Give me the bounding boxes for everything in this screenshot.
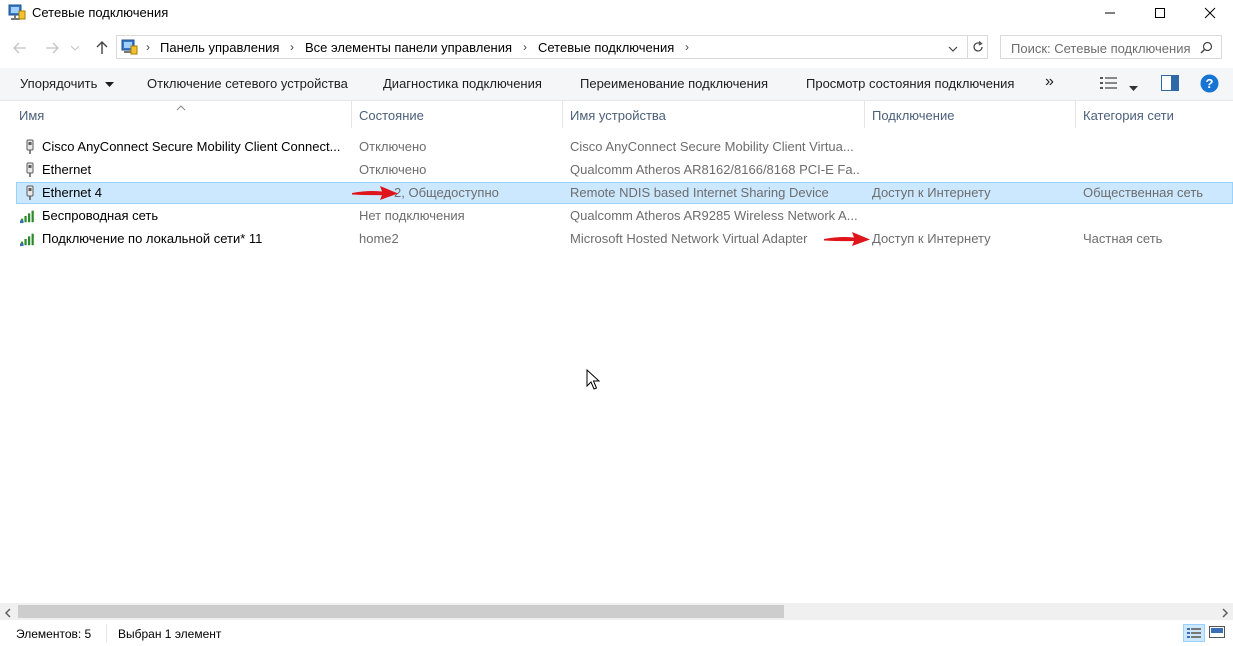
connection-state: 2, Общедоступно [394, 185, 499, 200]
disable-device-button[interactable]: Отключение сетевого устройства [147, 76, 348, 91]
column-header-connectivity[interactable]: Подключение [872, 108, 954, 123]
search-input[interactable] [1009, 37, 1203, 59]
breadcrumb-network-connections[interactable]: Сетевые подключения [538, 40, 674, 55]
connection-name: Подключение по локальной сети* 11 [42, 231, 263, 246]
up-arrow-icon [96, 41, 108, 54]
network-category: Частная сеть [1083, 231, 1163, 246]
refresh-button[interactable] [968, 35, 988, 59]
recent-locations-button[interactable] [68, 38, 82, 58]
more-commands-button[interactable]: » [1045, 73, 1054, 91]
change-view-button[interactable] [1100, 76, 1118, 93]
organize-label: Упорядочить [20, 76, 98, 91]
title-bar[interactable] [0, 0, 1233, 26]
device-name: Qualcomm Atheros AR8162/8166/8168 PCI-E … [570, 162, 860, 177]
organize-button[interactable]: Упорядочить [20, 76, 114, 91]
device-name: Qualcomm Atheros AR9285 Wireless Network… [570, 208, 858, 223]
preview-pane-icon [1161, 75, 1179, 91]
search-icon [1200, 41, 1213, 54]
preview-pane-button[interactable] [1161, 75, 1179, 94]
chevron-right-icon [1222, 608, 1229, 618]
chevron-up-icon [176, 105, 186, 111]
item-count: Элементов: 5 [16, 627, 92, 641]
close-icon [1204, 7, 1216, 19]
view-options-dropdown[interactable] [1129, 80, 1138, 95]
window-title: Сетевые подключения [32, 5, 169, 20]
up-button[interactable] [92, 38, 112, 58]
wifi-signal-icon [20, 233, 34, 247]
column-header-state[interactable]: Состояние [359, 108, 424, 123]
minimize-button[interactable] [1087, 0, 1133, 26]
forward-arrow-icon [46, 42, 59, 54]
column-header-name[interactable]: Имя [19, 108, 44, 123]
ethernet-adapter-icon [26, 185, 34, 200]
sort-ascending-indicator [176, 99, 186, 114]
dropdown-arrow-icon [1129, 86, 1138, 91]
column-divider[interactable] [351, 100, 352, 128]
breadcrumb-separator: › [685, 40, 689, 54]
red-arrow-annotation-icon [824, 232, 870, 246]
chevron-left-icon [4, 608, 11, 618]
connection-state: Отключено [359, 139, 427, 154]
refresh-icon [972, 41, 983, 52]
connection-state: Отключено [359, 162, 427, 177]
minimize-icon [1105, 12, 1115, 14]
mouse-cursor-icon [586, 369, 600, 390]
help-icon: ? [1200, 74, 1219, 93]
large-icons-view-icon [1209, 626, 1225, 638]
connectivity: Доступ к Интернету [872, 185, 991, 200]
column-header-device[interactable]: Имя устройства [570, 108, 666, 123]
column-divider[interactable] [562, 100, 563, 128]
maximize-icon [1155, 8, 1165, 18]
dropdown-arrow-icon [104, 81, 114, 87]
column-divider[interactable] [1075, 100, 1076, 128]
connection-name: Беспроводная сеть [42, 208, 159, 223]
breadcrumb-separator: › [290, 40, 294, 54]
address-dropdown-button[interactable] [948, 41, 958, 56]
connection-name: Ethernet [42, 162, 92, 177]
breadcrumb-separator: › [523, 40, 527, 54]
connection-name: Ethernet 4 [42, 185, 102, 200]
device-name: Microsoft Hosted Network Virtual Adapter [570, 231, 808, 246]
connection-name: Cisco AnyConnect Secure Mobility Client … [42, 139, 341, 154]
connection-state: Нет подключения [359, 208, 465, 223]
network-category: Общественная сеть [1083, 185, 1204, 200]
breadcrumb-separator: › [146, 40, 150, 54]
ethernet-adapter-icon [26, 162, 34, 177]
connection-state: home2 [359, 231, 399, 246]
wifi-signal-icon [20, 210, 34, 224]
details-view-toggle[interactable] [1183, 624, 1205, 642]
column-divider[interactable] [864, 100, 865, 128]
control-panel-icon [121, 39, 138, 55]
status-divider [106, 624, 107, 642]
red-arrow-annotation-icon [352, 186, 398, 200]
svg-text:?: ? [1206, 76, 1214, 91]
device-name: Cisco AnyConnect Secure Mobility Client … [570, 139, 854, 154]
breadcrumb-control-panel[interactable]: Панель управления [160, 40, 279, 55]
maximize-button[interactable] [1137, 0, 1183, 26]
ethernet-adapter-icon [26, 139, 34, 154]
chevron-down-icon [948, 46, 958, 52]
help-button[interactable]: ? [1200, 74, 1219, 96]
search-box[interactable] [1000, 35, 1222, 59]
connectivity: Доступ к Интернету [872, 231, 991, 246]
rename-connection-button[interactable]: Переименование подключения [580, 76, 768, 91]
chevron-down-icon [71, 45, 79, 51]
close-button[interactable] [1187, 0, 1233, 26]
view-status-button[interactable]: Просмотр состояния подключения [806, 76, 1014, 91]
device-name: Remote NDIS based Internet Sharing Devic… [570, 185, 829, 200]
scroll-right-button[interactable] [1221, 606, 1229, 621]
forward-button[interactable] [42, 38, 62, 58]
details-view-icon [1187, 628, 1201, 638]
scrollbar-thumb[interactable] [18, 605, 784, 618]
details-view-icon [1100, 77, 1117, 89]
column-header-category[interactable]: Категория сети [1083, 108, 1174, 123]
breadcrumb-all-items[interactable]: Все элементы панели управления [305, 40, 512, 55]
large-icons-view-toggle[interactable] [1209, 626, 1225, 641]
scroll-left-button[interactable] [4, 606, 12, 621]
network-connections-icon [8, 4, 26, 20]
diagnose-connection-button[interactable]: Диагностика подключения [383, 76, 542, 91]
back-arrow-icon [13, 42, 26, 54]
selection-count: Выбран 1 элемент [118, 627, 222, 641]
back-button[interactable] [10, 38, 30, 58]
